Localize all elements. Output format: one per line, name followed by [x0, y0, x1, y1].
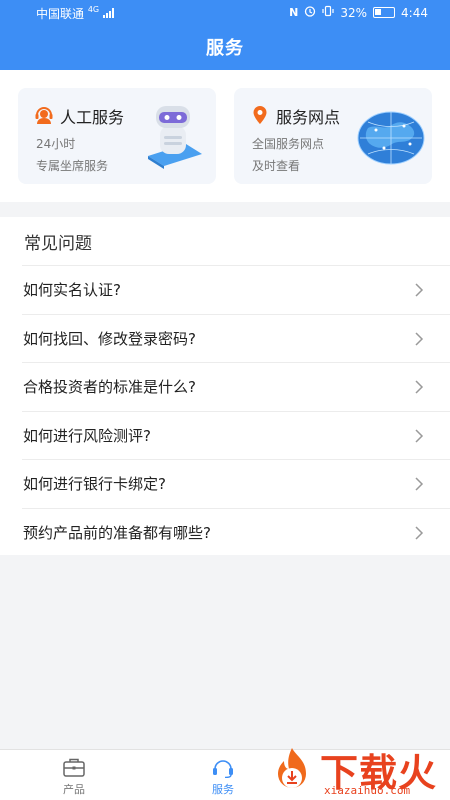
flame-download-logo: [266, 746, 318, 798]
chevron-right-icon: [412, 378, 426, 396]
app-header: 中国联通 4G N 32% 4:44 服务: [0, 0, 450, 70]
globe-illustration: [356, 110, 426, 166]
faq-item[interactable]: 预约产品前的准备都有哪些?: [22, 507, 450, 557]
page-title: 服务: [206, 38, 244, 59]
battery-percent: 32%: [340, 5, 368, 20]
faq-title: 常见问题: [24, 234, 92, 254]
alarm-icon: [304, 5, 316, 20]
battery-icon: [373, 7, 396, 18]
faq-question: 合格投资者的标准是什么?: [23, 378, 196, 396]
card-subtitle: 专属坐席服务: [36, 159, 109, 173]
tab-label: 产品: [63, 783, 85, 796]
service-outlets-card[interactable]: 服务网点 全国服务网点 及时查看: [234, 88, 432, 184]
faq-question: 如何进行银行卡绑定?: [23, 475, 166, 493]
faq-question: 如何实名认证?: [23, 281, 121, 299]
tab-products[interactable]: 产品: [34, 750, 114, 800]
service-cards-section: 人工服务 24小时 专属坐席服务 服务网点 全国服务网点 及时查看: [0, 70, 450, 202]
chevron-right-icon: [412, 427, 426, 445]
card-subtitle: 全国服务网点: [252, 137, 325, 151]
network-type: 4G: [87, 5, 100, 14]
card-title: 服务网点: [276, 108, 341, 127]
faq-section: 常见问题 如何实名认证? 如何找回、修改登录密码? 合格投资者的标准是什么? 如…: [0, 217, 450, 555]
chevron-right-icon: [412, 475, 426, 493]
manual-service-card[interactable]: 人工服务 24小时 专属坐席服务: [18, 88, 216, 184]
faq-item[interactable]: 如何进行风险测评?: [22, 410, 450, 460]
status-right: N 32% 4:44: [289, 5, 428, 20]
faq-item[interactable]: 如何找回、修改登录密码?: [22, 313, 450, 363]
chevron-right-icon: [412, 281, 426, 299]
clock: 4:44: [401, 5, 428, 20]
signal-icon: [102, 8, 114, 18]
faq-item[interactable]: 如何进行银行卡绑定?: [22, 459, 450, 508]
chevron-right-icon: [412, 330, 426, 348]
watermark-url: xiazaihuo.com: [324, 784, 411, 797]
headset-icon: [213, 760, 233, 778]
faq-question: 如何进行风险测评?: [23, 426, 151, 445]
chevron-right-icon: [412, 524, 426, 542]
card-subtitle: 24小时: [36, 137, 76, 151]
nfc-icon: N: [289, 6, 299, 19]
robot-illustration: [142, 104, 206, 172]
carrier-label: 中国联通 4G: [36, 5, 114, 22]
customer-service-icon: [34, 105, 54, 125]
faq-question: 如何找回、修改登录密码?: [23, 329, 196, 348]
location-pin-icon: [250, 105, 270, 125]
tab-service[interactable]: 服务: [183, 750, 263, 800]
faq-list: 如何实名认证? 如何找回、修改登录密码? 合格投资者的标准是什么? 如何进行风险…: [0, 265, 450, 556]
vibrate-icon: [322, 5, 334, 20]
faq-question: 预约产品前的准备都有哪些?: [23, 523, 211, 542]
card-subtitle: 及时查看: [252, 159, 301, 173]
faq-item[interactable]: 合格投资者的标准是什么?: [22, 362, 450, 411]
tab-label: 服务: [212, 783, 234, 796]
faq-item[interactable]: 如何实名认证?: [22, 265, 450, 314]
status-bar: 中国联通 4G N 32% 4:44: [0, 0, 450, 24]
card-title: 人工服务: [60, 108, 125, 127]
briefcase-icon: [63, 758, 85, 777]
watermark: 下载火 xiazaihuo.com: [262, 742, 450, 800]
